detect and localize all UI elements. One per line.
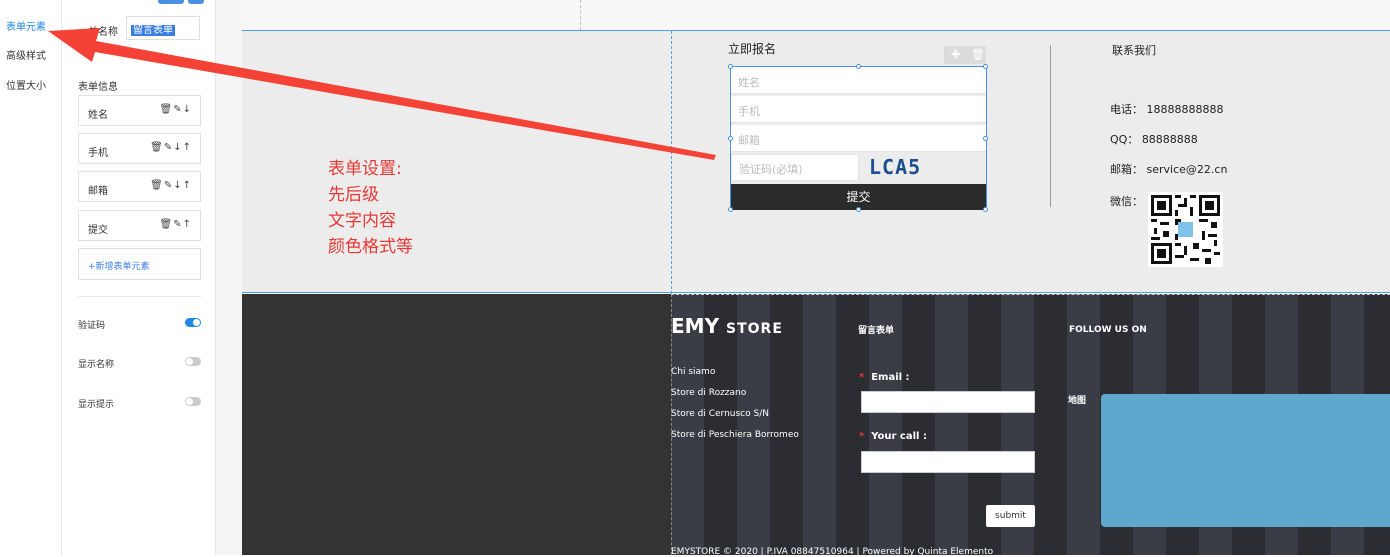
store-logo: EMY STORE	[671, 314, 783, 338]
form-item-phone[interactable]: 手机 🗑✎↓↑	[78, 133, 201, 164]
settings-panel: 单名称 留言表单 表单信息 姓名 🗑✎↓ 手机 🗑✎↓↑ 邮箱 🗑✎↓↑ 提交 …	[62, 0, 216, 555]
contact-qq: QQ： 88888888	[1110, 133, 1198, 146]
contact-wechat: 微信：	[1110, 195, 1143, 208]
resize-handle[interactable]	[983, 207, 988, 212]
resize-handle[interactable]	[728, 207, 733, 212]
tab-advanced-style[interactable]: 高级样式	[6, 47, 46, 62]
footer-link[interactable]: Store di Peschiera Borromeo	[671, 430, 799, 440]
captcha-switch[interactable]	[185, 318, 201, 327]
form-item-email[interactable]: 邮箱 🗑✎↓↑	[78, 171, 201, 202]
contact-title: 联系我们	[1112, 44, 1156, 57]
follow-heading: FOLLOW US ON	[1069, 325, 1147, 335]
design-canvas: 表单设置: 先后级 文字内容 颜色格式等 立即报名 ✚ 🗑 姓名 手机 邮箱 验…	[242, 0, 1390, 557]
resize-handle[interactable]	[728, 64, 733, 69]
toggle-label: 显示提示	[78, 400, 115, 410]
column-guide	[671, 31, 672, 294]
form-info-label: 表单信息	[78, 82, 118, 93]
captcha-image[interactable]: LCA5	[869, 155, 931, 181]
phone-field[interactable]: 手机	[731, 96, 986, 123]
signup-title: 立即报名	[728, 42, 777, 56]
resize-handle[interactable]	[983, 64, 988, 69]
resize-handle[interactable]	[728, 136, 733, 141]
form-item-label: 姓名	[88, 110, 108, 121]
footer-email-input[interactable]	[861, 391, 1035, 413]
form-item-ops[interactable]: 🗑✎↑	[160, 219, 192, 230]
form-name-label: 单名称	[88, 27, 118, 38]
form-item-label: 提交	[88, 225, 108, 236]
toggle-label: 验证码	[78, 321, 106, 331]
call-label-text: Your call :	[871, 431, 927, 442]
top-section	[242, 0, 1390, 30]
footer-call-input[interactable]	[861, 451, 1035, 473]
form-name-input[interactable]: 留言表单	[126, 16, 200, 40]
map-label: 地图	[1068, 396, 1087, 406]
element-toolbar: ✚ 🗑	[944, 46, 986, 64]
form-item-name[interactable]: 姓名 🗑✎↓	[78, 95, 201, 126]
footer-link[interactable]: Store di Rozzano	[671, 388, 746, 398]
logo-sub: STORE	[726, 321, 783, 337]
captcha-field[interactable]: 验证码(必填)	[731, 154, 859, 181]
tab-position-size[interactable]: 位置大小	[6, 77, 46, 92]
email-field[interactable]: 邮箱	[731, 125, 986, 152]
section-divider	[1050, 45, 1051, 207]
call-label: * Your call :	[859, 431, 927, 442]
trash-icon[interactable]: 🗑	[971, 48, 985, 61]
resize-handle[interactable]	[983, 136, 988, 141]
show-hint-switch[interactable]	[185, 397, 201, 406]
email-label: * Email :	[859, 372, 910, 383]
resize-handle[interactable]	[856, 64, 861, 69]
side-tabs: 表单元素 高级样式 位置大小	[0, 0, 62, 555]
form-item-submit[interactable]: 提交 🗑✎↑	[78, 210, 201, 241]
wechat-qr-icon	[1148, 192, 1223, 267]
divider	[78, 296, 201, 297]
tab-form-elements[interactable]: 表单元素	[6, 18, 46, 33]
move-icon[interactable]: ✚	[951, 48, 960, 61]
footer-form-title: 留言表单	[858, 326, 895, 336]
section-guide	[671, 294, 1390, 295]
footer-submit-button[interactable]: submit	[986, 505, 1035, 527]
toggle-captcha: 验证码	[78, 318, 201, 331]
show-name-switch[interactable]	[185, 357, 201, 366]
top-button-b[interactable]	[188, 0, 204, 4]
signup-form[interactable]: 姓名 手机 邮箱 验证码(必填) LCA5 提交	[728, 64, 988, 212]
logo-main: EMY	[671, 314, 720, 338]
top-button-a[interactable]	[158, 0, 184, 4]
toggle-show-hint: 显示提示	[78, 397, 201, 410]
resize-handle[interactable]	[856, 207, 861, 212]
form-item-label: 邮箱	[88, 186, 108, 197]
form-item-ops[interactable]: 🗑✎↓↑	[150, 142, 192, 153]
contact-phone: 电话： 18888888888	[1110, 103, 1224, 116]
footer-section[interactable]: EMY STORE Chi siamo Store di Rozzano Sto…	[242, 294, 1390, 557]
add-form-element-button[interactable]: +新增表单元素	[78, 248, 201, 280]
name-field[interactable]: 姓名	[731, 67, 986, 94]
footer-link[interactable]: Store di Cernusco S/N	[671, 409, 769, 419]
map-widget[interactable]	[1101, 394, 1390, 527]
email-label-text: Email :	[871, 372, 910, 383]
form-item-ops[interactable]: 🗑✎↓	[160, 104, 192, 115]
footer-link[interactable]: Chi siamo	[671, 367, 715, 377]
form-item-label: 手机	[88, 148, 108, 159]
captcha-text: LCA5	[869, 155, 922, 179]
toggle-show-name: 显示名称	[78, 357, 201, 370]
annotation-text: 表单设置: 先后级 文字内容 颜色格式等	[328, 159, 413, 257]
toggle-label: 显示名称	[78, 360, 115, 370]
contact-email: 邮箱： service@22.cn	[1110, 163, 1228, 176]
form-name-value: 留言表单	[131, 25, 175, 36]
form-item-ops[interactable]: 🗑✎↓↑	[150, 180, 192, 191]
copyright-text: EMYSTORE © 2020 | P.IVA 08847510964 | Po…	[671, 547, 994, 557]
panel-gutter	[216, 0, 242, 555]
